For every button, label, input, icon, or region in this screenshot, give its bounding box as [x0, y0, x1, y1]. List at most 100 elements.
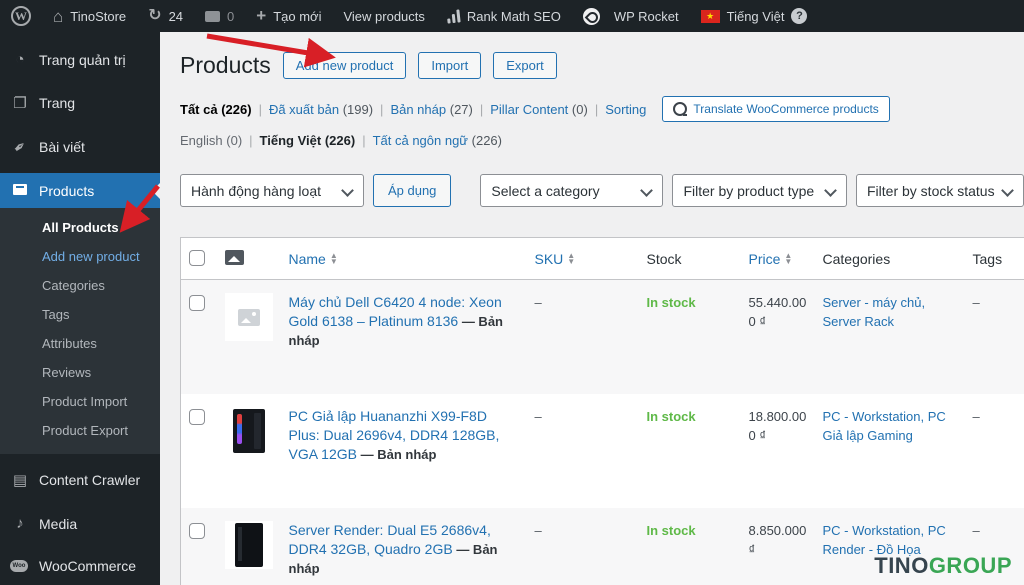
- tinogroup-watermark: TINO GROUP: [874, 553, 1012, 579]
- updates-link[interactable]: ↻ 24: [137, 0, 194, 32]
- sidebar-item-dashboard[interactable]: ◔ Trang quản trị: [0, 42, 160, 77]
- row-checkbox[interactable]: [189, 408, 205, 425]
- submenu-product-import[interactable]: Product Import: [0, 387, 160, 416]
- stock-status: In stock: [646, 522, 696, 538]
- stock-status: In stock: [646, 408, 696, 424]
- category-links[interactable]: PC - Workstation, PC Render - Đồ Họa: [823, 523, 946, 557]
- admin-sidebar: ◔ Trang quản trị ❐ Trang ✒ Bài viết Prod…: [0, 32, 160, 585]
- woocommerce-icon: Woo: [10, 560, 30, 572]
- sidebar-item-woocommerce[interactable]: Woo WooCommerce: [0, 549, 160, 583]
- new-content-label: Tạo mới: [273, 8, 322, 24]
- category-links[interactable]: PC - Workstation, PC Giả lập Gaming: [823, 409, 946, 443]
- row-checkbox[interactable]: [189, 522, 205, 539]
- submenu-categories[interactable]: Categories: [0, 271, 160, 300]
- image-column-icon: [224, 249, 244, 265]
- sku-value: –: [534, 408, 542, 424]
- watermark-dark-text: TINO: [874, 553, 929, 578]
- sidebar-item-media[interactable]: ♪ Media: [0, 506, 160, 541]
- table-controls: Hành động hàng loạt Áp dụng Select a cat…: [180, 174, 1024, 207]
- sidebar-item-label: WooCommerce: [39, 558, 136, 574]
- sort-by-name[interactable]: Name ▲ ▼: [289, 251, 338, 267]
- submenu-reviews[interactable]: Reviews: [0, 358, 160, 387]
- updates-count: 24: [168, 8, 184, 24]
- language-switcher[interactable]: ★ Tiếng Việt ?: [690, 0, 819, 32]
- updates-icon: ↻: [148, 7, 162, 24]
- view-products-link[interactable]: View products: [332, 0, 435, 32]
- pc-case-image: [232, 408, 265, 453]
- bulk-actions-select[interactable]: Hành động hàng loạt: [180, 174, 364, 207]
- translate-woocommerce-button[interactable]: Translate WooCommerce products: [662, 96, 890, 122]
- filter-all-languages-link[interactable]: Tất cả ngôn ngữ (226): [373, 133, 502, 148]
- sidebar-item-content-crawler[interactable]: ▤ Content Crawler: [0, 462, 160, 498]
- status-filter-links: Tất cả (226) | Đã xuất bản (199) | Bản n…: [180, 96, 1024, 122]
- tags-value: –: [972, 522, 980, 538]
- rank-math-icon: [446, 8, 461, 24]
- row-checkbox[interactable]: [189, 295, 205, 311]
- stock-status-filter-select[interactable]: Filter by stock status: [856, 174, 1024, 207]
- products-table: Name ▲ ▼ SKU ▲ ▼ Stock Price ▲ ▼ Categories Ta…: [180, 237, 1024, 585]
- wp-rocket-label: WP Rocket: [613, 8, 679, 24]
- site-name: TinoStore: [70, 8, 127, 24]
- filter-draft-link[interactable]: Bản nháp (27): [390, 102, 472, 117]
- sidebar-item-label: Trang quản trị: [39, 51, 126, 68]
- submenu-tags[interactable]: Tags: [0, 300, 160, 329]
- filter-vietnamese-link[interactable]: Tiếng Việt (226): [260, 133, 356, 148]
- new-content-menu[interactable]: + Tạo mới: [245, 0, 332, 32]
- language-label: Tiếng Việt: [726, 8, 785, 24]
- sidebar-item-posts[interactable]: ✒ Bài viết: [0, 129, 160, 165]
- category-filter-select[interactable]: Select a category: [480, 174, 664, 207]
- submenu-add-new-product[interactable]: Add new product: [0, 242, 160, 271]
- sort-by-price[interactable]: Price ▲ ▼: [749, 251, 793, 267]
- product-thumbnail[interactable]: [224, 406, 273, 455]
- filter-all-link[interactable]: Tất cả (226): [180, 102, 252, 117]
- draft-state-label: — Bản nháp: [360, 446, 437, 462]
- filter-pillar-content-link[interactable]: Pillar Content (0): [490, 102, 588, 117]
- tags-value: –: [972, 408, 980, 424]
- sidebar-item-label: Media: [39, 515, 78, 532]
- product-type-filter-select[interactable]: Filter by product type: [672, 174, 847, 207]
- watermark-green-text: GROUP: [928, 553, 1012, 578]
- sort-by-sku[interactable]: SKU ▲ ▼: [535, 251, 576, 267]
- category-links[interactable]: Server - máy chủ, Server Rack: [823, 295, 926, 329]
- product-thumbnail-placeholder[interactable]: [224, 293, 273, 341]
- wordpress-menu[interactable]: W: [0, 0, 42, 32]
- wp-rocket-icon: [582, 7, 600, 25]
- stock-column-header: Stock: [638, 237, 741, 280]
- sidebar-item-label: Bài viết: [39, 139, 85, 155]
- page-title: Products: [180, 52, 271, 78]
- submenu-all-products[interactable]: All Products: [0, 213, 160, 242]
- select-all-checkbox[interactable]: [189, 250, 205, 266]
- products-box-icon: [10, 182, 30, 199]
- media-icon: ♪: [16, 515, 24, 532]
- translate-icon: [673, 102, 688, 116]
- wp-rocket-menu[interactable]: WP Rocket: [572, 0, 690, 32]
- site-link[interactable]: ⌂ TinoStore: [42, 0, 137, 32]
- sidebar-item-pages[interactable]: ❐ Trang: [0, 85, 160, 121]
- sidebar-item-label: Trang: [39, 95, 76, 111]
- export-button[interactable]: Export: [493, 52, 557, 79]
- comments-link[interactable]: 0: [194, 0, 245, 32]
- comments-icon: [205, 10, 221, 22]
- price-value: 18.800.000 ₫: [748, 408, 807, 443]
- help-icon[interactable]: ?: [791, 8, 808, 24]
- tags-column-header: Tags: [964, 237, 1024, 280]
- submenu-attributes[interactable]: Attributes: [0, 329, 160, 358]
- products-submenu: All Products Add new product Categories …: [0, 208, 160, 454]
- rank-math-menu[interactable]: Rank Math SEO: [436, 0, 572, 32]
- import-button[interactable]: Import: [418, 52, 482, 79]
- stock-status: In stock: [646, 295, 696, 310]
- add-new-product-button[interactable]: Add new product: [282, 52, 407, 79]
- server-case-image: [234, 522, 263, 567]
- sidebar-item-products[interactable]: Products: [0, 173, 160, 208]
- product-thumbnail[interactable]: [224, 520, 273, 569]
- rank-math-label: Rank Math SEO: [466, 8, 561, 24]
- sku-value: –: [534, 295, 542, 310]
- filter-english-link[interactable]: English (0): [180, 133, 242, 148]
- pages-icon: ❐: [13, 95, 27, 112]
- apply-button[interactable]: Áp dụng: [372, 174, 452, 207]
- filter-published-link[interactable]: Đã xuất bản (199): [269, 102, 373, 117]
- filter-sorting-link[interactable]: Sorting: [605, 102, 646, 117]
- table-header-row: Name ▲ ▼ SKU ▲ ▼ Stock Price ▲ ▼ Categories Ta…: [180, 237, 1024, 280]
- comments-count: 0: [227, 8, 235, 24]
- submenu-product-export[interactable]: Product Export: [0, 416, 160, 445]
